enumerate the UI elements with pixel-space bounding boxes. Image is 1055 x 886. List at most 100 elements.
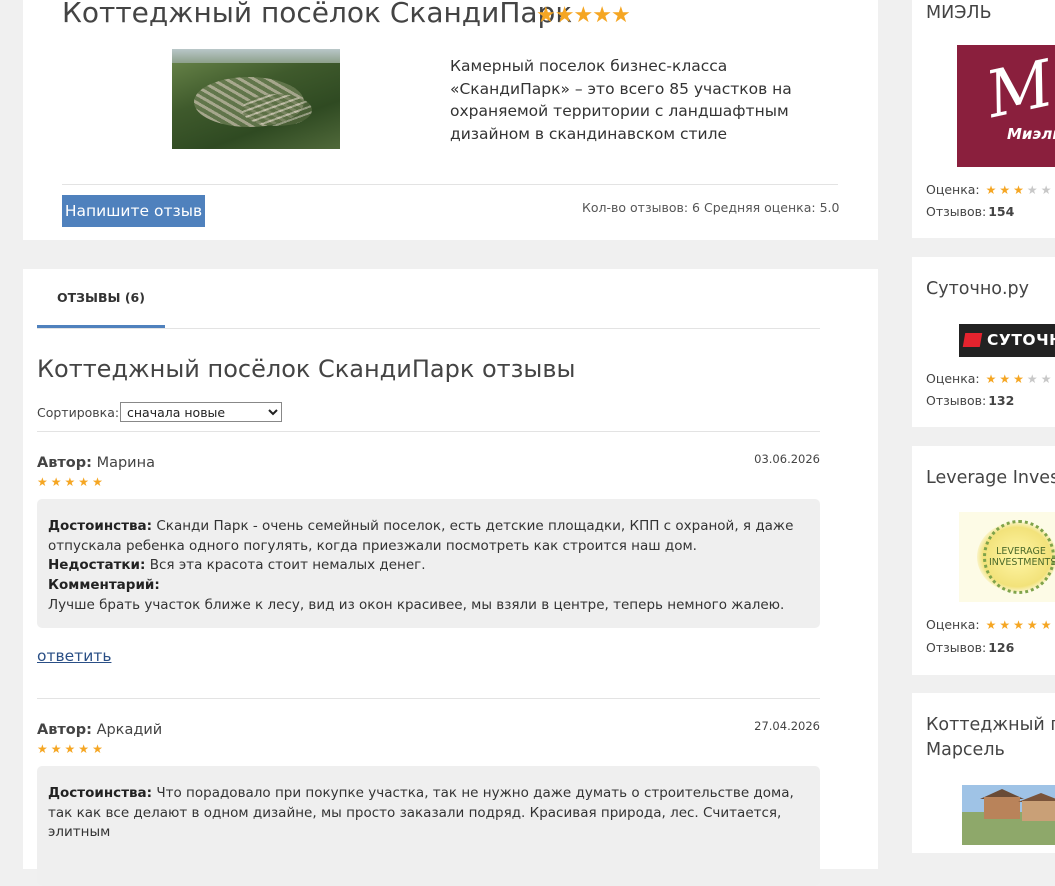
star-icon: ★ bbox=[554, 3, 575, 28]
star-icon: ★ bbox=[64, 742, 79, 756]
village-photo[interactable] bbox=[172, 49, 340, 149]
divider bbox=[37, 328, 820, 329]
marsel-photo[interactable] bbox=[962, 785, 1055, 845]
star-empty-icon: ★ bbox=[1026, 372, 1041, 386]
rating-label: Оценка: bbox=[926, 182, 980, 197]
count-value: 132 bbox=[988, 393, 1015, 408]
star-icon: ★ bbox=[536, 3, 556, 28]
review-author: Автор: Аркадий bbox=[37, 722, 162, 738]
review-date: 03.06.2026 bbox=[754, 452, 820, 466]
pros-label: Достоинства: bbox=[48, 518, 153, 534]
pros-text: Сканди Парк - очень семейный поселок, ес… bbox=[48, 518, 794, 554]
review-rating-stars: ★★★★★ bbox=[37, 742, 106, 756]
cons-label: Недостатки: bbox=[48, 557, 146, 574]
divider bbox=[37, 431, 820, 432]
star-icon: ★ bbox=[999, 183, 1014, 197]
author-name: Марина bbox=[96, 455, 155, 471]
star-icon: ★ bbox=[78, 475, 93, 489]
review-date: 27.04.2026 bbox=[754, 719, 820, 733]
rating-stars: ★★★★★ bbox=[986, 618, 1055, 632]
sidebar-card-sutochno[interactable]: Суточно.ру СУТОЧНО Оценка: ★★★★★ Отзывов… bbox=[912, 257, 1055, 427]
star-icon: ★ bbox=[985, 618, 1000, 632]
comment-text: Лучше брать участок ближе к лесу, вид из… bbox=[48, 596, 785, 613]
sidebar-card-leverage[interactable]: Leverage Invest LEVERAGE INVESTMENTS Оце… bbox=[912, 446, 1055, 675]
sort-select[interactable]: сначала новые bbox=[120, 402, 282, 422]
pros-label: Достоинства: bbox=[48, 785, 153, 801]
sort-label: Сортировка: bbox=[37, 405, 120, 420]
count-label: Отзывов: bbox=[926, 204, 987, 219]
star-empty-icon: ★ bbox=[1026, 183, 1041, 197]
village-description: Камерный поселок бизнес-класса «СкандиПа… bbox=[450, 57, 792, 143]
star-icon: ★ bbox=[592, 3, 612, 28]
star-icon: ★ bbox=[1040, 618, 1055, 632]
page-title: Коттеджный посёлок СкандиПарк bbox=[62, 0, 573, 29]
count-value: 154 bbox=[988, 204, 1015, 219]
logo-text: Миэль bbox=[1007, 125, 1055, 143]
rating-label: Оценка: bbox=[926, 371, 980, 386]
review-author: Автор: Марина bbox=[37, 455, 155, 471]
star-icon: ★ bbox=[50, 475, 65, 489]
star-icon: ★ bbox=[999, 372, 1014, 386]
sutochno-logo[interactable]: СУТОЧНО bbox=[959, 324, 1055, 357]
reviews-card: ОТЗЫВЫ (6) Коттеджный посёлок СкандиПарк… bbox=[23, 269, 878, 886]
star-icon: ★ bbox=[64, 475, 79, 489]
sidebar-count: Отзывов: 132 bbox=[926, 393, 1014, 408]
leverage-logo[interactable]: LEVERAGE INVESTMENTS bbox=[959, 512, 1055, 602]
author-label: Автор: bbox=[37, 722, 92, 738]
sidebar-card-title[interactable]: МИЭЛЬ bbox=[926, 2, 992, 24]
sidebar-rating: Оценка: ★★★★★ bbox=[926, 182, 1054, 197]
count-value: 126 bbox=[988, 640, 1015, 655]
sidebar-card-title-line2[interactable]: Марсель bbox=[926, 739, 1005, 761]
sidebar-rating: Оценка: ★★★★★ bbox=[926, 617, 1054, 632]
review-stats: Кол-во отзывов: 6 Средняя оценка: 5.0 bbox=[582, 200, 839, 215]
star-empty-icon: ★ bbox=[1040, 372, 1055, 386]
logo-text: СУТОЧНО bbox=[987, 331, 1055, 349]
sidebar-count: Отзывов: 126 bbox=[926, 640, 1014, 655]
star-icon: ★ bbox=[50, 742, 65, 756]
count-label: Отзывов: bbox=[926, 640, 987, 655]
star-icon: ★ bbox=[1013, 372, 1027, 386]
divider bbox=[37, 698, 820, 699]
review-rating-stars: ★★★★★ bbox=[37, 475, 106, 489]
sidebar-card-title[interactable]: Суточно.ру bbox=[926, 278, 1029, 300]
miel-logo[interactable]: М Миэль bbox=[957, 45, 1055, 167]
sidebar-card-title[interactable]: Коттеджный по bbox=[926, 714, 1055, 736]
average-rating-value: 5.0 bbox=[819, 200, 840, 215]
star-icon: ★ bbox=[1013, 183, 1027, 197]
logo-text: LEVERAGE INVESTMENTS bbox=[989, 546, 1055, 568]
rating-stars: ★★★★★ bbox=[986, 183, 1055, 197]
sidebar-count: Отзывов: 154 bbox=[926, 204, 1014, 219]
count-label: Отзывов: bbox=[926, 393, 987, 408]
star-icon: ★ bbox=[78, 742, 93, 756]
star-icon: ★ bbox=[1013, 618, 1027, 632]
star-icon: ★ bbox=[37, 742, 51, 756]
author-name: Аркадий bbox=[96, 722, 163, 738]
star-icon: ★ bbox=[573, 3, 593, 28]
rating-stars: ★★★★★ bbox=[986, 372, 1055, 386]
divider bbox=[62, 184, 838, 185]
star-icon: ★ bbox=[985, 372, 1000, 386]
review-body: Достоинства: Что порадовало при покупке … bbox=[37, 766, 820, 886]
tab-reviews[interactable]: ОТЗЫВЫ (6) bbox=[37, 269, 165, 328]
sidebar-card-title[interactable]: Leverage Invest bbox=[926, 467, 1055, 489]
star-icon: ★ bbox=[1026, 618, 1041, 632]
author-label: Автор: bbox=[37, 455, 92, 471]
average-rating-label: Средняя оценка: bbox=[703, 200, 816, 215]
star-empty-icon: ★ bbox=[1040, 183, 1055, 197]
comment-label: Комментарий: bbox=[48, 577, 160, 594]
cons-text: Вся эта красота стоит немалых денег. bbox=[149, 557, 426, 574]
star-icon: ★ bbox=[37, 475, 51, 489]
pros-text: Что порадовало при покупке участка, так … bbox=[48, 785, 794, 841]
title-rating-stars: ★★★★★ bbox=[536, 3, 631, 28]
village-header-card: Коттеджный посёлок СкандиПарк ★★★★★ Каме… bbox=[23, 0, 878, 240]
star-icon: ★ bbox=[92, 742, 106, 756]
sidebar-card-miel[interactable]: МИЭЛЬ М Миэль Оценка: ★★★★★ Отзывов:154 bbox=[912, 0, 1055, 238]
star-icon: ★ bbox=[999, 618, 1014, 632]
reply-link[interactable]: ответить bbox=[37, 647, 111, 665]
sidebar-card-marsel[interactable]: Коттеджный по Марсель bbox=[912, 693, 1055, 853]
review-body: Достоинства: Сканди Парк - очень семейны… bbox=[37, 499, 820, 628]
sidebar-rating: Оценка: ★★★★★ bbox=[926, 371, 1054, 386]
write-review-button[interactable]: Напишите отзыв bbox=[62, 195, 205, 227]
rating-label: Оценка: bbox=[926, 617, 980, 632]
star-icon: ★ bbox=[610, 3, 631, 28]
